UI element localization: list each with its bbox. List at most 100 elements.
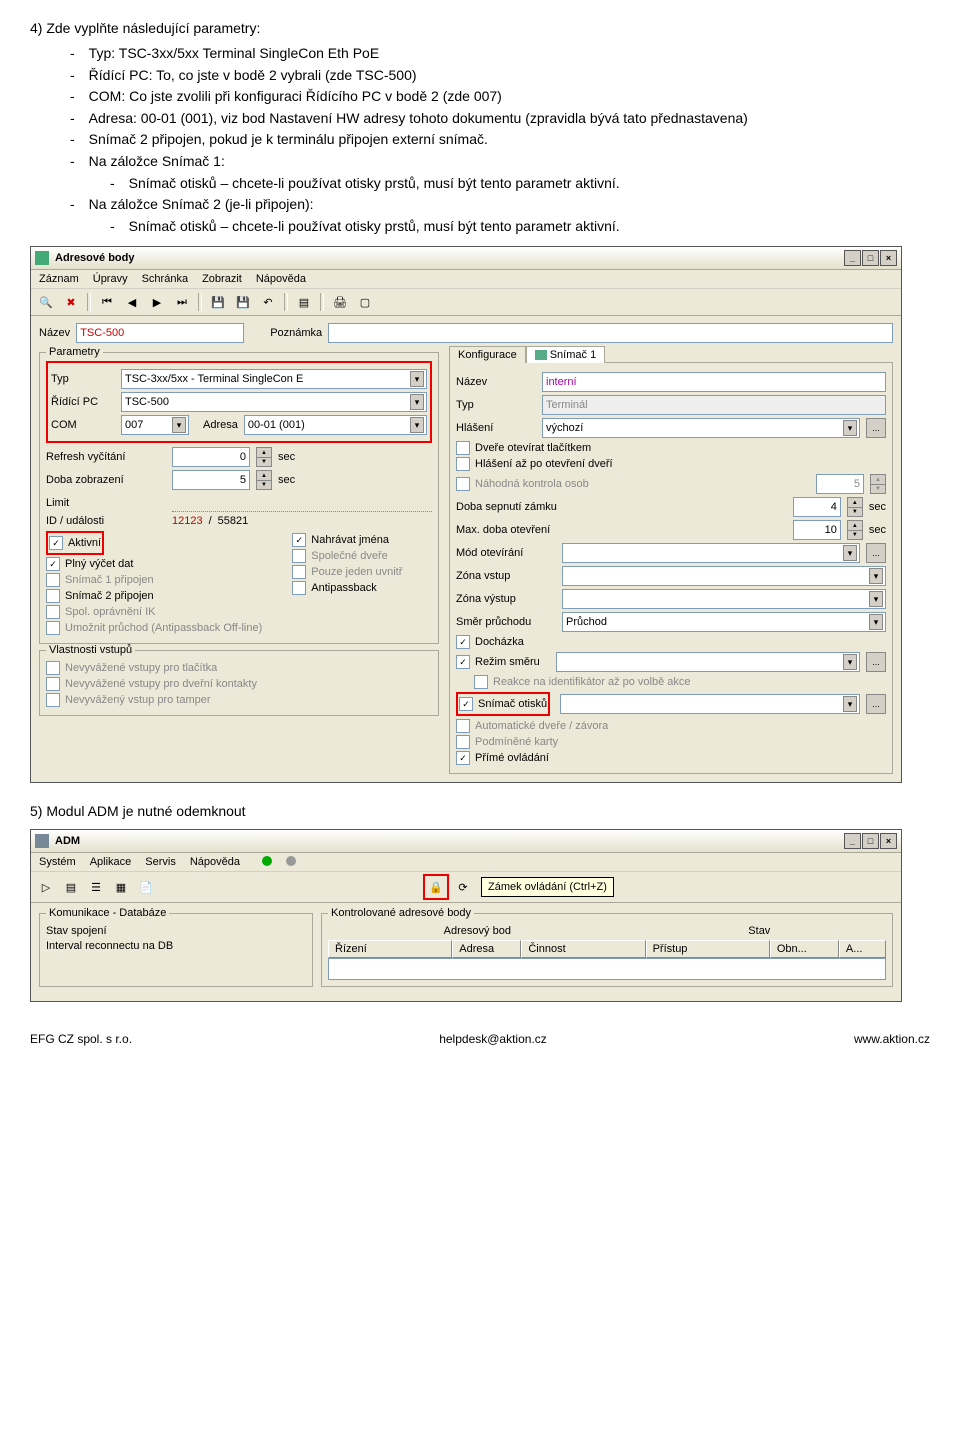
doba-stepper[interactable]: ▲▼ xyxy=(256,470,272,490)
adm-tb4-icon[interactable]: ▦ xyxy=(110,876,132,898)
r-nazev-input[interactable]: interní xyxy=(542,372,886,392)
modot-more[interactable]: ... xyxy=(866,543,886,563)
menu-aplikace[interactable]: Aplikace xyxy=(90,856,132,868)
ridicipc-select[interactable]: TSC-500 xyxy=(121,392,427,412)
chk-snimac2[interactable]: Snímač 2 připojen xyxy=(46,589,262,603)
col-rizeni[interactable]: Řízení xyxy=(328,940,452,958)
app-icon xyxy=(35,251,49,265)
close-button[interactable]: × xyxy=(880,250,897,266)
r-nazev-label: Název xyxy=(456,376,536,388)
modot-label: Mód otevírání xyxy=(456,547,556,559)
menu-system[interactable]: Systém xyxy=(39,856,76,868)
col-pristup[interactable]: Přístup xyxy=(646,940,770,958)
adm-tb1-icon[interactable]: ▷ xyxy=(35,876,57,898)
limit-label: Limit xyxy=(46,497,166,509)
refresh-input[interactable]: 0 xyxy=(172,447,250,467)
typ-select[interactable]: TSC-3xx/5xx - Terminal SingleCon E xyxy=(121,369,427,389)
smer-select[interactable]: Průchod xyxy=(562,612,886,632)
adm-tb5-icon[interactable]: 📄 xyxy=(135,876,157,898)
tb-search-icon[interactable]: 🔍 xyxy=(35,291,57,313)
chk-nahravat[interactable]: ✓Nahrávat jména xyxy=(292,533,402,547)
sepnuti-input[interactable]: 4 xyxy=(793,497,841,517)
chk-dochazka[interactable]: ✓Docházka xyxy=(456,635,886,649)
stav-header: Stav xyxy=(748,925,770,937)
com-label: COM xyxy=(51,419,115,431)
chk-plny[interactable]: ✓Plný výčet dat xyxy=(46,557,262,571)
zvstup-label: Zóna vstup xyxy=(456,570,556,582)
nazev-input[interactable]: TSC-500 xyxy=(76,323,244,343)
col-adresa[interactable]: Adresa xyxy=(452,940,521,958)
menu-upravy[interactable]: Úpravy xyxy=(93,273,128,285)
maxot-stepper[interactable]: ▲▼ xyxy=(847,520,863,540)
maxot-label: Max. doba otevření xyxy=(456,524,787,536)
chk-tamper: Nevyvážený vstup pro tamper xyxy=(46,693,432,707)
tb-list-icon[interactable]: ▤ xyxy=(293,291,315,313)
rezim-more[interactable]: ... xyxy=(866,652,886,672)
chk-spolecne: Společné dveře xyxy=(292,549,402,563)
adm-close-button[interactable]: × xyxy=(880,833,897,849)
menu-napoveda2[interactable]: Nápověda xyxy=(190,856,240,868)
tb-undo-icon[interactable]: ↶ xyxy=(257,291,279,313)
col-cinnost[interactable]: Činnost xyxy=(521,940,645,958)
tb-last-icon[interactable]: ⏭ xyxy=(171,291,193,313)
footer-mid: helpdesk@aktion.cz xyxy=(439,1032,547,1046)
maximize-button[interactable]: □ xyxy=(862,250,879,266)
panel-snimac1: Názevinterní TypTerminál Hlášenívýchozí.… xyxy=(449,362,893,774)
tb-options-icon[interactable]: ▢ xyxy=(354,291,376,313)
sepnuti-stepper[interactable]: ▲▼ xyxy=(847,497,863,517)
tb-first-icon[interactable]: ⏮ xyxy=(96,291,118,313)
menu-zobrazit[interactable]: Zobrazit xyxy=(202,273,242,285)
menu-zaznam[interactable]: Záznam xyxy=(39,273,79,285)
chk-aktivni[interactable]: ✓Aktivní xyxy=(49,536,101,550)
menu-servis[interactable]: Servis xyxy=(145,856,176,868)
tb-save-icon[interactable]: 💾 xyxy=(207,291,229,313)
poznamka-input[interactable] xyxy=(328,323,893,343)
com-select[interactable]: 007 xyxy=(121,415,189,435)
chk-prime[interactable]: ✓Přímé ovládání xyxy=(456,751,886,765)
tab-snimac1[interactable]: Snímač 1 xyxy=(526,346,605,363)
minimize-button[interactable]: _ xyxy=(844,250,861,266)
rezim-select[interactable] xyxy=(556,652,860,672)
chk-rezim[interactable]: ✓Režim směru xyxy=(456,655,540,669)
col-obn[interactable]: Obn... xyxy=(770,940,839,958)
chk-dvere-tlacitkem[interactable]: Dveře otevírat tlačítkem xyxy=(456,441,886,455)
col-a[interactable]: A... xyxy=(839,940,886,958)
stav-label: Stav spojení xyxy=(46,925,107,937)
chk-antipassback[interactable]: Antipassback xyxy=(292,581,402,595)
zvstup-select[interactable] xyxy=(562,566,886,586)
adm-status-green-icon xyxy=(262,856,272,866)
tb-print-icon[interactable]: 🖨 xyxy=(329,291,351,313)
doba-input[interactable]: 5 xyxy=(172,470,250,490)
chk-snimac-otisku[interactable]: ✓Snímač otisků xyxy=(459,697,547,711)
addr-list[interactable] xyxy=(328,958,886,980)
tb-prev-icon[interactable]: ◀ xyxy=(121,291,143,313)
group-komunikace: Komunikace - Databáze Stav spojení Inter… xyxy=(39,913,313,987)
adresa-select[interactable]: 00-01 (001) xyxy=(244,415,427,435)
menu-schranka[interactable]: Schránka xyxy=(142,273,188,285)
adm-maximize-button[interactable]: □ xyxy=(862,833,879,849)
menu-napoveda[interactable]: Nápověda xyxy=(256,273,306,285)
snotisku-select[interactable] xyxy=(560,694,860,714)
refresh-stepper[interactable]: ▲▼ xyxy=(256,447,272,467)
step5-heading: 5) Modul ADM je nutné odemknout xyxy=(30,803,930,819)
maxot-input[interactable]: 10 xyxy=(793,520,841,540)
zvystup-select[interactable] xyxy=(562,589,886,609)
adm-lock-icon[interactable]: 🔒 xyxy=(425,876,447,898)
r-hlaseni-more[interactable]: ... xyxy=(866,418,886,438)
adm-window-title: ADM xyxy=(55,835,80,847)
adm-tb7-icon[interactable]: ⟳ xyxy=(452,876,474,898)
adm-minimize-button[interactable]: _ xyxy=(844,833,861,849)
adm-tb3-icon[interactable]: ☰ xyxy=(85,876,107,898)
chk-podminene: Podmíněné karty xyxy=(456,735,886,749)
refresh-label: Refresh vyčítání xyxy=(46,451,166,463)
tb-saveplus-icon[interactable]: 💾 xyxy=(232,291,254,313)
modot-select[interactable] xyxy=(562,543,860,563)
tb-close-icon[interactable]: ✖ xyxy=(60,291,82,313)
chk-hlaseni-dvere[interactable]: Hlášení až po otevření dveří xyxy=(456,457,886,471)
limit-slider[interactable] xyxy=(172,493,432,512)
adm-tb2-icon[interactable]: ▤ xyxy=(60,876,82,898)
tb-next-icon[interactable]: ▶ xyxy=(146,291,168,313)
snotisku-more[interactable]: ... xyxy=(866,694,886,714)
r-hlaseni-select[interactable]: výchozí xyxy=(542,418,860,438)
tab-konfigurace[interactable]: Konfigurace xyxy=(449,346,526,363)
